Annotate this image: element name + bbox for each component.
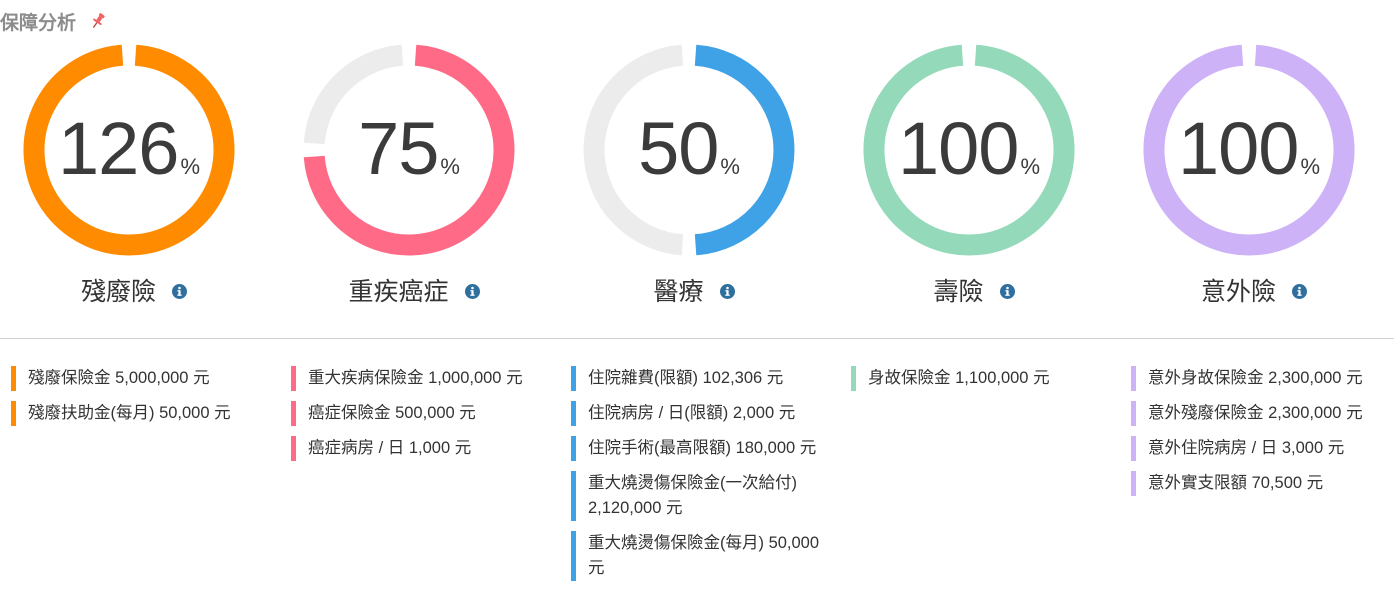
gauge-label: 醫療 <box>569 272 809 308</box>
gauge-1: 126% 殘廢險 <box>9 40 249 310</box>
gauge-value-unit: % <box>720 154 740 179</box>
detail-item: 重大燒燙傷保險金(一次給付) 2,120,000 元 <box>571 471 836 521</box>
detail-item: 意外住院病房 / 日 3,000 元 <box>1131 436 1394 461</box>
detail-column-2: 重大疾病保險金 1,000,000 元癌症保險金 500,000 元癌症病房 /… <box>291 366 556 471</box>
detail-item: 意外身故保險金 2,300,000 元 <box>1131 366 1394 391</box>
detail-item: 殘廢扶助金(每月) 50,000 元 <box>11 401 276 426</box>
gauge-2: 75% 重疾癌症 <box>289 40 529 310</box>
detail-item: 癌症病房 / 日 1,000 元 <box>291 436 556 461</box>
detail-column-3: 住院雜費(限額) 102,306 元住院病房 / 日(限額) 2,000 元住院… <box>571 366 836 591</box>
detail-item: 意外殘廢保險金 2,300,000 元 <box>1131 401 1394 426</box>
gauge-value: 126% <box>9 106 249 191</box>
info-icon[interactable] <box>990 283 1015 299</box>
gauge-4: 100% 壽險 <box>849 40 1089 310</box>
gauge-label-text: 重疾癌症 <box>348 278 449 306</box>
gauge-5: 100% 意外險 <box>1129 40 1369 310</box>
section-header: 保障分析 <box>0 8 106 34</box>
gauge-value: 75% <box>289 106 529 191</box>
gauge-label-text: 醫療 <box>653 278 704 306</box>
info-icon[interactable] <box>710 283 735 299</box>
detail-item: 殘廢保險金 5,000,000 元 <box>11 366 276 391</box>
gauge-label: 殘廢險 <box>9 272 249 308</box>
gauge-label-text: 殘廢險 <box>80 278 156 306</box>
divider <box>0 338 1394 339</box>
detail-item: 身故保險金 1,100,000 元 <box>851 366 1116 391</box>
gauge-label: 重疾癌症 <box>289 272 529 308</box>
detail-item: 住院雜費(限額) 102,306 元 <box>571 366 836 391</box>
gauge-value-unit: % <box>180 154 201 179</box>
gauge-value-number: 100 <box>897 107 1019 190</box>
detail-item: 重大疾病保險金 1,000,000 元 <box>291 366 556 391</box>
detail-item: 重大燒燙傷保險金(每月) 50,000 元 <box>571 531 836 581</box>
gauge-value: 50% <box>569 106 809 191</box>
gauge-value-number: 100 <box>1177 107 1299 190</box>
info-icon[interactable] <box>1282 283 1307 299</box>
info-icon[interactable] <box>162 283 187 299</box>
gauge-label: 壽險 <box>849 272 1089 308</box>
detail-item: 住院手術(最高限額) 180,000 元 <box>571 436 836 461</box>
gauge-value-unit: % <box>1020 154 1041 179</box>
gauge-value-unit: % <box>1300 154 1321 179</box>
gauge-value-number: 75 <box>358 107 439 190</box>
detail-column-4: 身故保險金 1,100,000 元 <box>851 366 1116 401</box>
gauge-value: 100% <box>849 106 1089 191</box>
gauge-value-number: 50 <box>638 107 719 190</box>
detail-column-5: 意外身故保險金 2,300,000 元意外殘廢保險金 2,300,000 元意外… <box>1131 366 1394 506</box>
gauge-value: 100% <box>1129 106 1369 191</box>
pin-icon[interactable] <box>90 12 106 30</box>
gauge-label-text: 壽險 <box>933 278 984 306</box>
detail-item: 住院病房 / 日(限額) 2,000 元 <box>571 401 836 426</box>
gauge-3: 50% 醫療 <box>569 40 809 310</box>
info-icon[interactable] <box>455 283 480 299</box>
gauge-value-unit: % <box>440 154 460 179</box>
gauge-label-text: 意外險 <box>1200 278 1276 306</box>
gauge-value-number: 126 <box>57 107 179 190</box>
section-title: 保障分析 <box>0 12 77 34</box>
detail-column-1: 殘廢保險金 5,000,000 元殘廢扶助金(每月) 50,000 元 <box>11 366 276 436</box>
detail-item: 意外實支限額 70,500 元 <box>1131 471 1394 496</box>
detail-item: 癌症保險金 500,000 元 <box>291 401 556 426</box>
gauge-label: 意外險 <box>1129 272 1369 308</box>
